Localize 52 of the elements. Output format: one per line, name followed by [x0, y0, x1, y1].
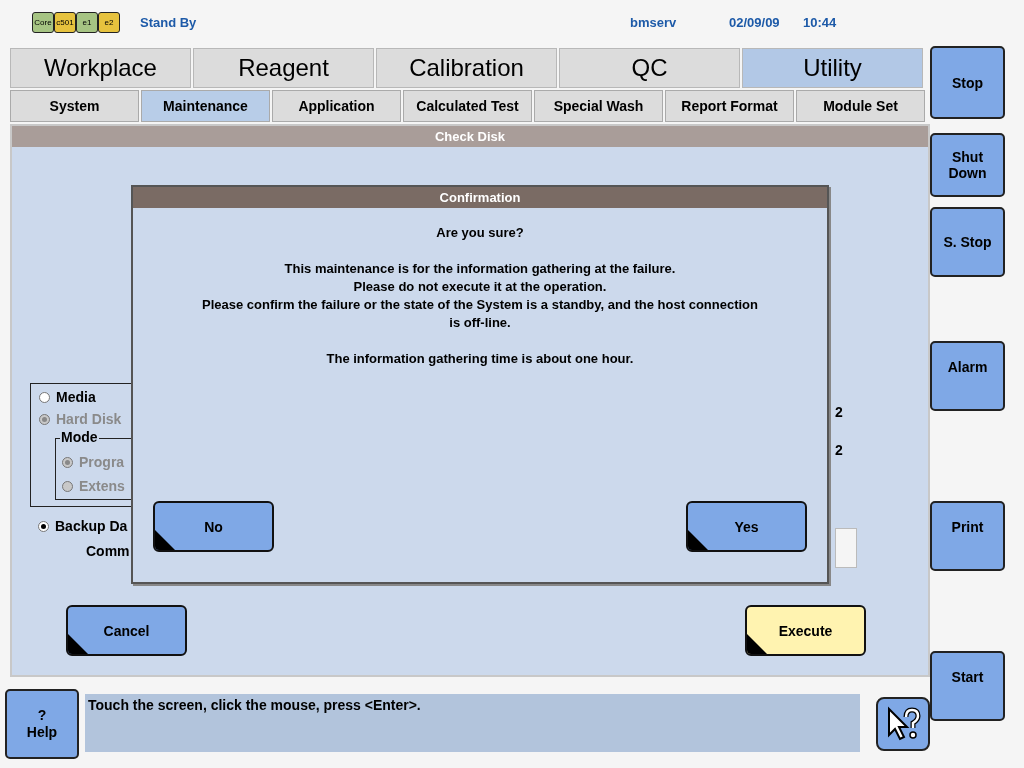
panel-title: Check Disk	[12, 126, 928, 147]
dialog-message: Please do not execute it at the operation.	[353, 278, 607, 296]
dialog-question: Are you sure?	[436, 224, 524, 242]
side-button[interactable]: S. Stop	[930, 207, 1005, 277]
main-tab[interactable]: Utility	[742, 48, 923, 88]
module-status: c501	[54, 11, 76, 33]
sub-tab[interactable]: Application	[272, 90, 401, 122]
dialog-title: Confirmation	[133, 187, 827, 208]
yes-button[interactable]: Yes	[686, 501, 807, 552]
no-button[interactable]: No	[153, 501, 274, 552]
radio-button[interactable]	[39, 391, 50, 403]
sub-tab[interactable]: Module Set	[796, 90, 925, 122]
side-button[interactable]: Stop	[930, 46, 1005, 119]
main-tab[interactable]: Calibration	[376, 48, 557, 88]
context-help-button[interactable]	[876, 697, 930, 751]
cancel-button[interactable]: Cancel	[66, 605, 187, 656]
help-button[interactable]: ? Help	[5, 689, 79, 759]
time: 10:44	[803, 14, 837, 30]
option-label: Backup Da	[55, 518, 128, 534]
side-button[interactable]: Alarm	[930, 341, 1005, 411]
side-button[interactable]: Shut Down	[930, 133, 1005, 197]
sub-tab[interactable]: Calculated Test	[403, 90, 532, 122]
group-title: Mode	[60, 429, 99, 445]
option-label: Media	[56, 389, 96, 405]
dialog-message: Please confirm the failure or the state of the System is a standby, and the host connection is off-line.	[201, 296, 759, 332]
value-text: 2	[835, 442, 843, 458]
sub-tab[interactable]: Maintenance	[141, 90, 270, 122]
main-tab[interactable]: QC	[559, 48, 740, 88]
module-status: e2	[98, 11, 120, 33]
radio-button[interactable]	[38, 520, 49, 532]
date: 02/09/09	[729, 14, 781, 30]
execute-button[interactable]: Execute	[745, 605, 866, 656]
dialog-note: The information gathering time is about one hour.	[326, 350, 634, 368]
field-label: Comm	[86, 543, 131, 559]
option-label: Extens	[79, 478, 125, 494]
dialog-message: This maintenance is for the information gathering at the failure.	[284, 260, 676, 278]
side-button[interactable]: Print	[930, 501, 1005, 571]
user-name: bmserv	[630, 14, 678, 30]
main-tab[interactable]: Reagent	[193, 48, 374, 88]
input-field[interactable]	[835, 528, 857, 568]
module-status: Core	[32, 11, 54, 33]
option-label: Hard Disk	[56, 411, 122, 427]
message-bar: Touch the screen, click the mouse, press <Enter>.	[85, 694, 860, 752]
sub-tab[interactable]: Special Wash	[534, 90, 663, 122]
value-text: 2	[835, 404, 843, 420]
system-status: Stand By	[140, 14, 198, 30]
module-status: e1	[76, 11, 98, 33]
sub-tab[interactable]: Report Format	[665, 90, 794, 122]
main-tab[interactable]: Workplace	[10, 48, 191, 88]
option-label: Progra	[79, 454, 125, 470]
side-button[interactable]: Start	[930, 651, 1005, 721]
sub-tab[interactable]: System	[10, 90, 139, 122]
